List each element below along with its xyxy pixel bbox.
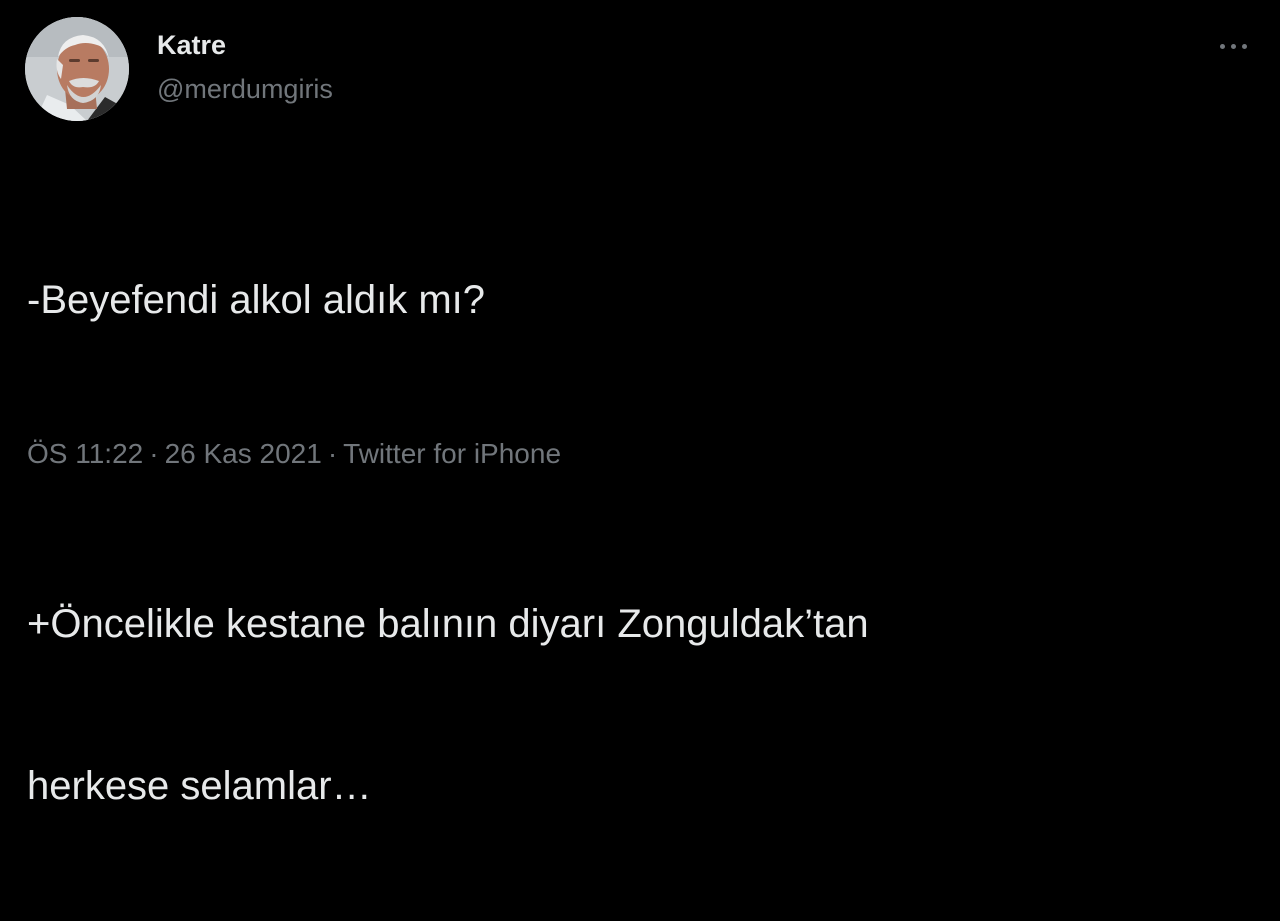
tweet-text-line: herkese selamlar… (27, 764, 372, 808)
separator: · (327, 438, 338, 469)
author-handle[interactable]: @merdumgiris (157, 72, 333, 106)
tweet-time[interactable]: ÖS 11:22 (27, 438, 143, 469)
more-options-button[interactable] (1205, 27, 1261, 63)
tweet-source-link[interactable]: Twitter for iPhone (343, 438, 561, 469)
separator: · (149, 438, 159, 469)
tweet-metadata: ÖS 11:22 · 26 Kas 2021 · Twitter for iPhone (27, 434, 561, 474)
profile-photo-icon (25, 17, 129, 121)
tweet-text-line: +Öncelikle kestane balının diyarı Zongul… (27, 602, 869, 646)
author-display-name[interactable]: Katre (157, 28, 226, 62)
tweet-card: Katre @merdumgiris -Beyefendi alkol aldı… (0, 0, 1280, 808)
avatar[interactable] (25, 17, 129, 121)
tweet-date[interactable]: 26 Kas 2021 (165, 438, 322, 469)
tweet-text-line: -Beyefendi alkol aldık mı? (27, 278, 486, 322)
more-horizontal-icon (1217, 36, 1250, 54)
tweet-text: -Beyefendi alkol aldık mı? +Öncelikle ke… (27, 165, 1247, 921)
